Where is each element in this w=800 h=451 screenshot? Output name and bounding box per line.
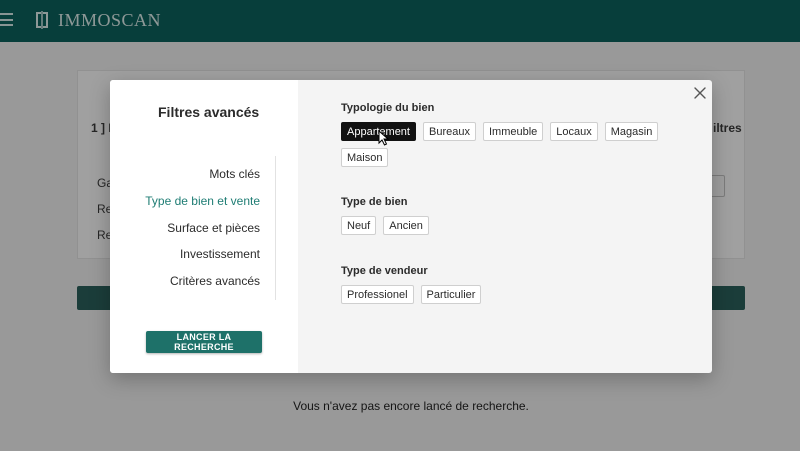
launch-search-button[interactable]: LANCER LA RECHERCHE (146, 331, 262, 353)
chip-group-type-de-bien: Neuf Ancien (341, 216, 681, 235)
section-title-type-de-bien: Type de bien (341, 196, 408, 208)
advanced-filters-modal: Filtres avancés Mots clés Type de bien e… (110, 80, 712, 373)
chip-bureaux[interactable]: Bureaux (422, 122, 476, 141)
nav-item-type-de-bien-et-vente[interactable]: Type de bien et vente (145, 194, 260, 208)
nav-item-investissement[interactable]: Investissement (180, 247, 260, 261)
filters-sidebar: Filtres avancés Mots clés Type de bien e… (110, 80, 298, 373)
chip-professionel[interactable]: Professionel (341, 285, 414, 304)
nav-item-surface-et-pieces[interactable]: Surface et pièces (167, 221, 260, 235)
chip-immeuble[interactable]: Immeuble (482, 122, 544, 141)
chip-ancien[interactable]: Ancien (383, 216, 429, 235)
chip-maison[interactable]: Maison (341, 148, 389, 167)
chip-appartement[interactable]: Appartement (341, 122, 416, 141)
nav-item-mots-cles[interactable]: Mots clés (209, 167, 260, 181)
chip-locaux[interactable]: Locaux (550, 122, 598, 141)
chip-particulier[interactable]: Particulier (420, 285, 482, 304)
modal-title: Filtres avancés (158, 104, 260, 120)
chip-group-typologie: Appartement Bureaux Immeuble Locaux Maga… (341, 122, 681, 167)
section-title-type-de-vendeur: Type de vendeur (341, 265, 428, 277)
nav-divider (275, 156, 276, 300)
section-title-typologie: Typologie du bien (341, 102, 435, 114)
close-icon[interactable] (693, 86, 707, 100)
chip-neuf[interactable]: Neuf (341, 216, 377, 235)
chip-group-type-de-vendeur: Professionel Particulier (341, 285, 681, 304)
nav-item-criteres-avances[interactable]: Critères avancés (170, 274, 260, 288)
chip-magasin[interactable]: Magasin (604, 122, 659, 141)
